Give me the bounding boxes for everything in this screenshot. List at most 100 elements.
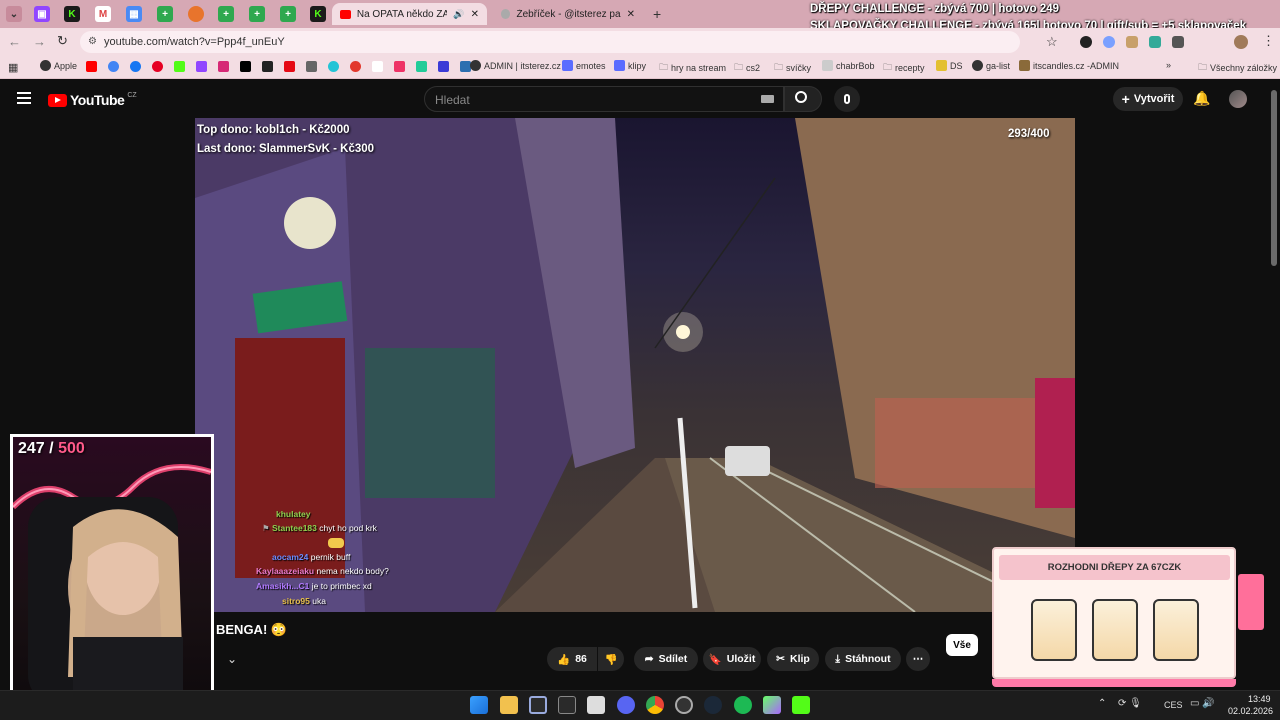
all-bookmarks-folder[interactable]: 🗀 Všechny záložky bbox=[1198, 60, 1277, 76]
plus-tab-icon[interactable]: + bbox=[157, 6, 173, 22]
save-button[interactable]: 🔖 Uložit bbox=[703, 647, 761, 671]
download-button[interactable]: ⤓ Stáhnout bbox=[825, 647, 901, 671]
bookmark-apple[interactable]: Apple bbox=[40, 60, 77, 71]
twitch-tab-icon[interactable]: ▣ bbox=[34, 6, 50, 22]
dislike-button[interactable]: 👎 bbox=[598, 647, 624, 671]
close-tab-icon[interactable]: ✕ bbox=[471, 9, 479, 20]
hamburger-menu-icon[interactable] bbox=[17, 92, 31, 104]
page-scrollbar[interactable] bbox=[1271, 90, 1277, 266]
bookmark-folder-svicky[interactable]: 🗀 svíčky bbox=[774, 60, 811, 76]
kick-taskbar-icon[interactable] bbox=[792, 696, 810, 714]
plus-tab-icon-2[interactable]: + bbox=[218, 6, 234, 22]
close-tab-icon-2[interactable]: ✕ bbox=[627, 9, 635, 20]
account-avatar[interactable] bbox=[1229, 90, 1247, 108]
new-tab-button[interactable]: + bbox=[653, 6, 661, 22]
expand-chevron-icon[interactable]: ⌄ bbox=[227, 652, 237, 666]
search-input[interactable]: Hledat bbox=[424, 86, 784, 112]
chat-message: Kaylaaazeiaku nema nekdo body? bbox=[256, 566, 389, 576]
bookmark-folder-recepty[interactable]: 🗀 recepty bbox=[883, 60, 925, 76]
filter-chip-all[interactable]: Vše bbox=[946, 634, 978, 656]
badge-icon: ⚑ bbox=[262, 523, 270, 533]
kick-tab-icon-2[interactable]: K bbox=[310, 6, 326, 22]
network-sound-icons[interactable]: ▭ 🔊 bbox=[1190, 698, 1215, 709]
extension-icons[interactable] bbox=[1080, 36, 1184, 48]
menu-kebab-icon[interactable]: ⋮ bbox=[1262, 33, 1275, 49]
bookmark-emotes[interactable]: emotes bbox=[562, 60, 606, 71]
bookmark-folder-hry[interactable]: 🗀 hry na stream bbox=[659, 60, 726, 76]
share-button[interactable]: ➦ Sdílet bbox=[634, 647, 698, 671]
clock-date[interactable]: 02.02.2026 bbox=[1228, 706, 1273, 716]
video-player[interactable] bbox=[195, 118, 1075, 612]
card-slot[interactable] bbox=[1153, 599, 1199, 661]
create-button[interactable]: + Vytvořit bbox=[1113, 87, 1183, 111]
bookmark-itscandles[interactable]: itscandles.cz -ADMIN bbox=[1019, 60, 1119, 71]
site-info-icon[interactable]: ⚙ bbox=[88, 36, 97, 47]
notifications-bell-icon[interactable]: 🔔 bbox=[1193, 90, 1210, 107]
bookmark-admin[interactable]: ADMIN | itsterez.cz bbox=[470, 60, 561, 71]
url-bar[interactable]: youtube.com/watch?v=Ppp4f_unEuY bbox=[80, 31, 1020, 53]
folder-icon: 🗀 bbox=[883, 62, 893, 72]
plus-icon: + bbox=[1121, 91, 1130, 107]
discord-icon[interactable] bbox=[617, 696, 635, 714]
spotify-icon[interactable] bbox=[734, 696, 752, 714]
clock-time[interactable]: 13:49 bbox=[1248, 694, 1271, 704]
language-indicator[interactable]: CES bbox=[1164, 700, 1183, 710]
profile-avatar[interactable] bbox=[1234, 35, 1248, 49]
card-slot[interactable] bbox=[1031, 599, 1077, 661]
tab-youtube-active[interactable]: Na OPATA někdo ZAVOLAL 🔊 ✕ bbox=[332, 3, 487, 25]
c-app-icon[interactable] bbox=[529, 696, 547, 714]
chrome-icon[interactable] bbox=[646, 696, 664, 714]
speaker-icon[interactable]: 🔊 bbox=[453, 9, 464, 20]
xbox-icon[interactable] bbox=[558, 696, 576, 714]
reload-icon[interactable]: ↻ bbox=[57, 33, 68, 49]
gmail-tab-icon[interactable]: M bbox=[95, 6, 111, 22]
tab-list-icon[interactable]: ⌄ bbox=[6, 6, 22, 22]
start-icon[interactable] bbox=[470, 696, 488, 714]
clip-button[interactable]: ✂ Klip bbox=[767, 647, 819, 671]
triangle-app-icon[interactable] bbox=[763, 696, 781, 714]
plus-tab-icon-4[interactable]: + bbox=[280, 6, 296, 22]
thumbs-down-icon: 👎 bbox=[604, 653, 618, 666]
more-bookmarks-icon[interactable]: » bbox=[1166, 60, 1171, 70]
street-scene bbox=[195, 118, 1075, 612]
bookmark-favicon-row[interactable] bbox=[86, 61, 471, 72]
back-icon[interactable]: ← bbox=[8, 34, 21, 49]
youtube-play-icon bbox=[48, 93, 67, 107]
more-actions-button[interactable]: ⋯ bbox=[906, 647, 930, 671]
like-button[interactable]: 👍 86 bbox=[547, 647, 597, 671]
webcam-scene bbox=[13, 464, 211, 705]
youtube-logo[interactable]: YouTube CZ bbox=[48, 92, 137, 108]
card-slot[interactable] bbox=[1092, 599, 1138, 661]
steam-icon[interactable] bbox=[704, 696, 722, 714]
bookmark-klipy[interactable]: klipy bbox=[614, 60, 646, 71]
tray-chevron-icon[interactable]: ⌃ bbox=[1098, 698, 1106, 709]
folder-icon: 🗀 bbox=[659, 62, 669, 72]
folder-icon: 🗀 bbox=[734, 62, 744, 72]
obs-icon[interactable] bbox=[675, 696, 693, 714]
keyboard-icon[interactable] bbox=[761, 95, 774, 103]
bookmark-ga-list[interactable]: ga-list bbox=[972, 60, 1010, 71]
video-title-partial: BENGA! 😳 bbox=[216, 622, 288, 637]
download-icon: ⤓ bbox=[835, 652, 841, 665]
bookmark-ds[interactable]: DS bbox=[936, 60, 963, 71]
bookmark-icon: 🔖 bbox=[708, 653, 722, 666]
tab-zebricek[interactable]: Žebříček - @itsterez panel ✕ bbox=[493, 3, 643, 25]
bookmark-folder-cs2[interactable]: 🗀 cs2 bbox=[734, 60, 760, 76]
bookmark-chabrbob[interactable]: chabrBob bbox=[822, 60, 875, 71]
search-icon bbox=[795, 91, 807, 103]
side-widget bbox=[1238, 574, 1264, 630]
mic-icon[interactable] bbox=[834, 86, 860, 112]
minecraft-icon[interactable] bbox=[587, 696, 605, 714]
orange-tab-icon[interactable] bbox=[188, 6, 204, 22]
kick-tab-icon[interactable]: K bbox=[64, 6, 80, 22]
chat-emote bbox=[328, 538, 344, 548]
bookmark-star-icon[interactable]: ☆ bbox=[1046, 34, 1058, 50]
folder-icon: 🗀 bbox=[774, 62, 784, 72]
tray-icons[interactable]: ⟳ 🎙 bbox=[1118, 698, 1142, 709]
tab-title: Na OPATA někdo ZAVOLAL bbox=[356, 8, 448, 20]
file-explorer-icon[interactable] bbox=[500, 696, 518, 714]
forward-icon[interactable]: → bbox=[33, 34, 46, 49]
plus-tab-icon-3[interactable]: + bbox=[249, 6, 265, 22]
apps-grid-icon[interactable]: ▦ bbox=[8, 61, 18, 74]
calendar-tab-icon[interactable]: ▦ bbox=[126, 6, 142, 22]
